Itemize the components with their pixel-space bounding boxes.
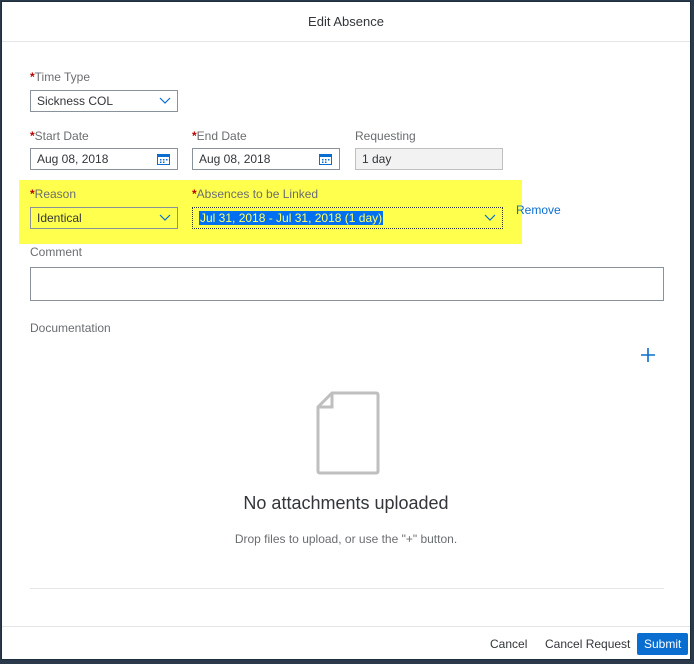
end-date-value: Aug 08, 2018 xyxy=(199,152,271,166)
absences-linked-value: Jul 31, 2018 - Jul 31, 2018 (1 day) xyxy=(199,211,384,225)
cancel-request-button[interactable]: Cancel Request xyxy=(538,633,637,655)
absences-linked-select[interactable]: Jul 31, 2018 - Jul 31, 2018 (1 day) xyxy=(192,207,503,229)
footer-divider xyxy=(2,626,690,627)
dialog-title: Edit Absence xyxy=(2,2,690,42)
requesting-label: Requesting xyxy=(355,129,416,143)
time-type-select[interactable]: Sickness COL xyxy=(30,90,178,112)
calendar-icon[interactable] xyxy=(319,153,332,165)
reason-value: Identical xyxy=(37,211,82,225)
no-attachments-hint: Drop files to upload, or use the "+" but… xyxy=(234,532,458,546)
documentation-label: Documentation xyxy=(30,321,111,335)
chevron-down-icon xyxy=(484,214,496,221)
reason-label: *Reason xyxy=(30,187,77,201)
start-date-value: Aug 08, 2018 xyxy=(37,152,109,166)
remove-link[interactable]: Remove xyxy=(516,203,561,217)
requesting-field: 1 day xyxy=(355,148,503,170)
calendar-icon[interactable] xyxy=(157,153,170,165)
reason-select[interactable]: Identical xyxy=(30,207,178,229)
submit-button[interactable]: Submit xyxy=(637,633,689,655)
end-date-field[interactable]: Aug 08, 2018 xyxy=(192,148,340,170)
comment-field[interactable] xyxy=(30,267,664,301)
chevron-down-icon xyxy=(159,214,171,221)
absences-linked-label: *Absences to be Linked xyxy=(192,187,319,201)
time-type-value: Sickness COL xyxy=(37,94,114,108)
start-date-field[interactable]: Aug 08, 2018 xyxy=(30,148,178,170)
document-icon xyxy=(316,391,380,475)
cancel-button[interactable]: Cancel xyxy=(483,633,534,655)
edit-absence-dialog: Edit Absence *Time Type Sickness COL *St… xyxy=(1,1,691,660)
divider xyxy=(30,588,664,589)
comment-label: Comment xyxy=(30,245,83,259)
plus-icon[interactable] xyxy=(641,348,655,362)
no-attachments-title: No attachments uploaded xyxy=(243,493,449,513)
start-date-label: *Start Date xyxy=(30,129,89,143)
requesting-value: 1 day xyxy=(362,152,392,166)
time-type-label: *Time Type xyxy=(30,70,91,84)
chevron-down-icon xyxy=(159,97,171,104)
end-date-label: *End Date xyxy=(192,129,247,143)
